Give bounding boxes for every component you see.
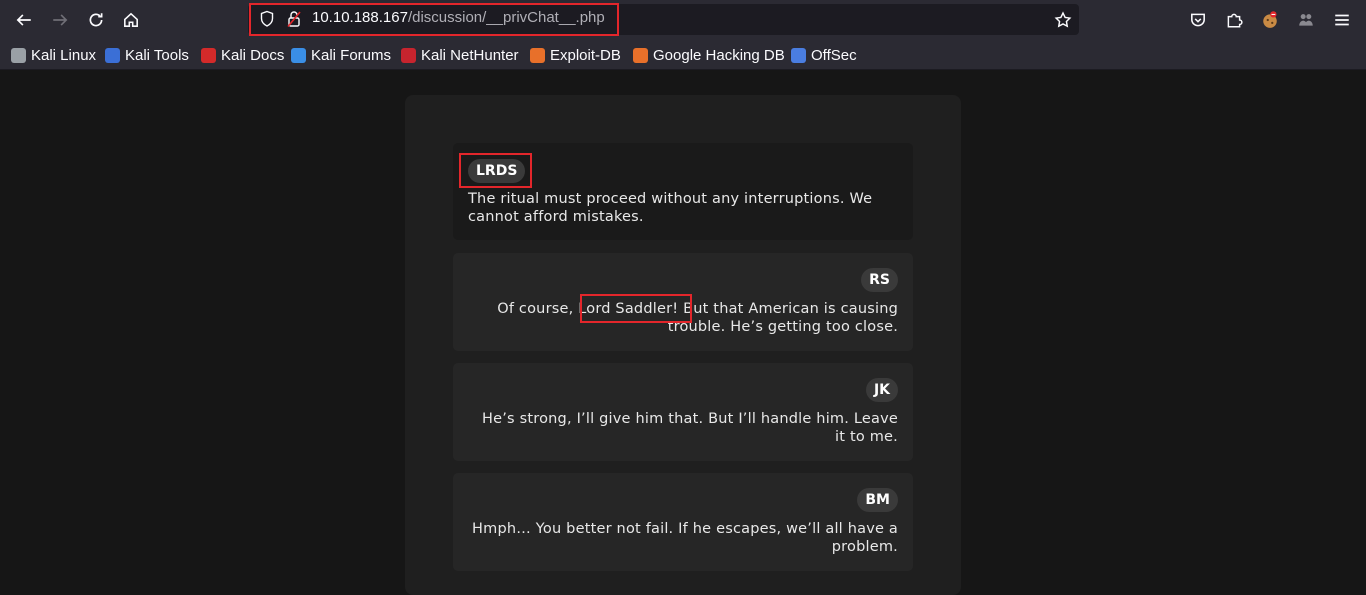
extensions-button[interactable] (1220, 6, 1248, 34)
offsec-icon (791, 47, 806, 63)
home-button[interactable] (117, 6, 145, 34)
bookmark-label: Google Hacking DB (653, 46, 785, 64)
kali-nethunter-icon (401, 47, 416, 63)
kali-docs-icon (201, 47, 216, 63)
chat-message-rs: RS Of course, Lord Saddler! But that Ame… (453, 253, 913, 351)
bookmark-item[interactable]: Kali NetHunter (401, 46, 519, 64)
menu-button[interactable] (1328, 6, 1356, 34)
sender-badge: LRDS (468, 159, 526, 183)
bookmark-label: Kali NetHunter (421, 46, 519, 64)
pocket-button[interactable] (1184, 6, 1212, 34)
forward-button[interactable] (46, 6, 74, 34)
bookmark-label: Kali Tools (125, 46, 189, 64)
bookmark-item[interactable]: Kali Tools (105, 46, 189, 64)
bookmark-star-button[interactable] (1049, 6, 1077, 34)
kali-dragon-icon (11, 47, 26, 63)
extension-people-icon (1299, 14, 1313, 26)
bookmark-item[interactable]: Kali Linux (11, 46, 96, 64)
bookmark-item[interactable]: OffSec (791, 46, 857, 64)
kali-forums-icon (291, 47, 306, 63)
arrow-right-icon (53, 14, 68, 26)
chat-message-lrds: LRDS The ritual must proceed without any… (453, 143, 913, 240)
bookmark-label: Kali Linux (31, 46, 97, 64)
bookmark-item[interactable]: Kali Forums (291, 46, 391, 64)
cookie-extension-button[interactable] (1256, 6, 1284, 34)
message-text-after: But that American is causing trouble. He… (667, 301, 898, 335)
bookmark-label: Exploit-DB (550, 46, 621, 64)
exploit-db-icon (530, 47, 545, 63)
message-text: Hmph… You better not fail. If he escapes… (472, 521, 898, 555)
message-text-before: Of course, (497, 301, 579, 317)
chat-message-bm: BM Hmph… You better not fail. If he esca… (453, 473, 913, 571)
message-text: He’s strong, I’ll give him that. But I’l… (482, 411, 898, 445)
bookmark-label: Kali Docs (221, 46, 285, 64)
star-icon (1054, 11, 1072, 28)
sender-badge: RS (861, 268, 898, 292)
insecure-lock-icon[interactable] (287, 10, 301, 32)
home-icon (124, 12, 138, 27)
message-text-highlight: Lord Saddler! (578, 301, 679, 317)
bookmark-label: Kali Forums (311, 46, 392, 64)
bookmark-item[interactable]: Exploit-DB (530, 46, 621, 64)
chat-message-jk: JK He’s strong, I’ll give him that. But … (453, 363, 913, 461)
puzzle-icon (1227, 13, 1243, 28)
cookie-icon (1263, 11, 1277, 28)
back-button[interactable] (10, 6, 38, 34)
message-text: Of course, Lord Saddler! But that Americ… (468, 300, 898, 336)
arrow-left-icon (16, 14, 31, 26)
bookmark-item[interactable]: Kali Docs (201, 46, 284, 64)
extension-button[interactable] (1292, 6, 1320, 34)
url-host: 10.10.188.167 (312, 9, 408, 26)
ghdb-icon (633, 47, 648, 63)
reload-button[interactable] (82, 6, 110, 34)
sender-badge: BM (857, 488, 898, 512)
hamburger-icon (1335, 14, 1349, 26)
message-text: The ritual must proceed without any inte… (468, 191, 873, 225)
shield-icon[interactable] (259, 10, 275, 32)
kali-tools-icon (105, 47, 120, 63)
reload-icon (89, 13, 103, 27)
sender-badge: JK (865, 378, 898, 402)
pocket-icon (1191, 13, 1205, 27)
bookmark-label: OffSec (811, 46, 857, 64)
url-text[interactable]: 10.10.188.167/discussion/__privChat__.ph… (312, 9, 605, 26)
bookmark-item[interactable]: Google Hacking DB (633, 46, 785, 64)
url-path: /discussion/__privChat__.php (407, 9, 605, 26)
